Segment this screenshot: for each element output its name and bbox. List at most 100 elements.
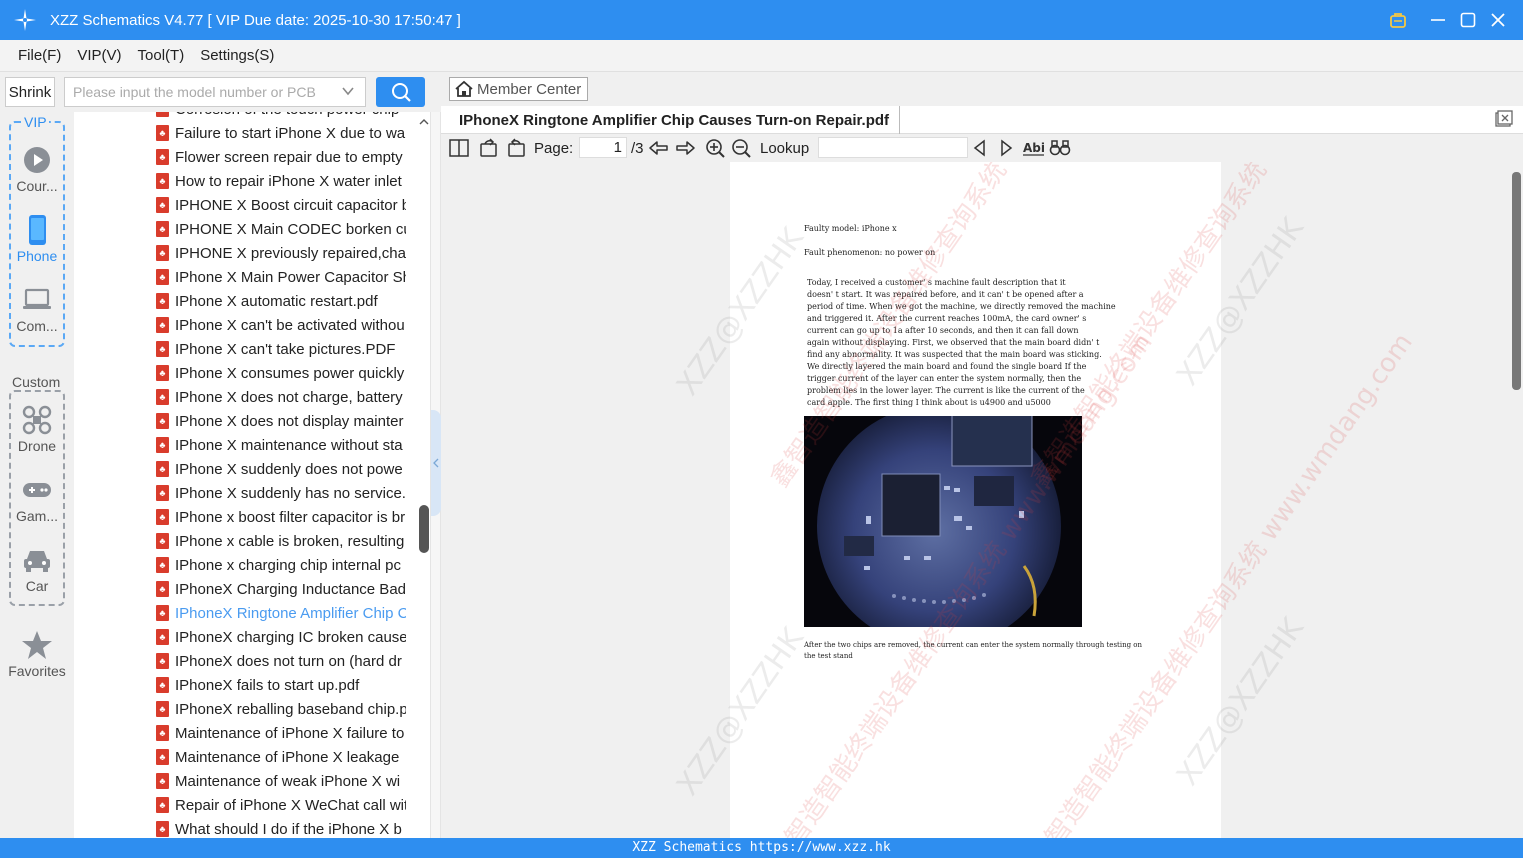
sidebar-item-label: Favorites [8,663,66,679]
file-list-item-label: IPhone X maintenance without sta [175,436,403,454]
file-list-item[interactable]: ♣ IPhoneX Charging Inductance Bad [156,577,406,601]
pdf-file-icon: ♣ [156,149,169,165]
sidebar-item-computer[interactable]: Com... [5,284,69,334]
sidebar-item-game[interactable]: Gam... [5,474,69,524]
pdf-file-icon: ♣ [156,365,169,381]
menu-vip[interactable]: VIP(V) [77,47,121,64]
sidebar-item-car[interactable]: Car [5,544,69,594]
pdf-file-icon: ♣ [156,293,169,309]
file-list-item-label: IPhone X does not display mainter [175,412,404,430]
file-list-item[interactable]: ♣ IPhone X can't be activated withou [156,313,406,337]
file-list-item[interactable]: ♣ IPhone X Main Power Capacitor Sh [156,265,406,289]
file-list-item[interactable]: ♣ IPhoneX fails to start up.pdf [156,673,406,697]
file-list-item[interactable]: ♣ IPhone X suddenly does not powe [156,457,406,481]
file-list-item-label: IPhone x boost filter capacitor is br [175,508,406,526]
toggle-sidebar-icon[interactable] [448,137,470,159]
vip-bag-icon[interactable] [1383,5,1413,35]
sidebar-item-favorites[interactable]: Favorites [5,629,69,679]
search-button[interactable] [376,77,425,107]
body-text-line: Today, I received a customer' s machine … [807,278,1066,287]
file-list-item[interactable]: ♣ Maintenance of weak iPhone X wi [156,769,406,793]
pdf-file-icon: ♣ [156,581,169,597]
file-list-item[interactable]: ♣ IPhone X does not charge, battery [156,385,406,409]
file-list-item-label: IPhone x charging chip internal pc [175,556,401,574]
pdf-file-icon: ♣ [156,341,169,357]
panel-splitter[interactable] [430,112,441,838]
prev-page-icon[interactable] [648,137,670,159]
zoom-in-icon[interactable] [705,137,725,159]
page-number-input[interactable]: 1 [579,137,627,158]
pdf-file-icon: ♣ [156,413,169,429]
model-search-input[interactable]: Please input the model number or PCB [64,77,366,107]
file-list-item[interactable]: ♣ IPhone X automatic restart.pdf [156,289,406,313]
file-list-item[interactable]: ♣ IPHONE X previously repaired,char [156,241,406,265]
lookup-input[interactable] [818,137,968,158]
pdf-file-icon: ♣ [156,653,169,669]
maximize-button[interactable] [1453,5,1483,35]
close-button[interactable] [1483,5,1513,35]
document-page-area[interactable]: Faulty model: iPhone x Fault phenomenon:… [441,162,1509,838]
file-list-item[interactable]: ♣ Repair of iPhone X WeChat call wit [156,793,406,817]
file-list-item-label: Corrosion of the touch power chip [175,112,399,118]
sidebar-item-phone[interactable]: Phone [5,214,69,264]
find-prev-icon[interactable] [972,137,988,159]
find-all-icon[interactable] [1049,137,1071,159]
file-list-item[interactable]: ♣ Flower screen repair due to empty [156,145,406,169]
file-list-item[interactable]: ♣ Corrosion of the touch power chip [156,112,406,121]
file-list-item[interactable]: ♣ Maintenance of iPhone X leakage [156,745,406,769]
menu-file[interactable]: File(F) [18,47,61,64]
file-list-item[interactable]: ♣ IPhone X can't take pictures.PDF [156,337,406,361]
file-list-item[interactable]: ♣ IPHONE X Main CODEC borken cu [156,217,406,241]
file-list-item[interactable]: ♣ IPhoneX reballing baseband chip.p [156,697,406,721]
close-tabs-icon[interactable] [1495,110,1513,128]
file-list-item[interactable]: ♣ IPhoneX does not turn on (hard dr [156,649,406,673]
file-list-item-label: IPhone X consumes power quickly [175,364,405,382]
file-list-item[interactable]: ♣ Maintenance of iPhone X failure to [156,721,406,745]
file-list-item[interactable]: ♣ IPhone x boost filter capacitor is br [156,505,406,529]
sidebar-item-courses[interactable]: Cour... [5,144,69,194]
car-icon [5,544,69,576]
page-scrollbar[interactable] [1509,162,1523,838]
file-list-item[interactable]: ♣ What should I do if the iPhone X b [156,817,406,838]
collapse-handle[interactable] [431,410,441,516]
file-list-item[interactable]: ♣ IPhone X maintenance without sta [156,433,406,457]
pdf-file-icon: ♣ [156,605,169,621]
zoom-out-icon[interactable] [731,137,751,159]
file-list-item-label: IPhoneX does not turn on (hard dr [175,652,402,670]
page-scrollbar-thumb[interactable] [1512,172,1521,390]
rotate-right-icon[interactable] [505,137,527,159]
page-total: /3 [631,139,644,157]
match-case-icon[interactable]: Abi [1022,137,1046,159]
file-list-item[interactable]: ♣ IPhone x cable is broken, resulting [156,529,406,553]
file-list-item[interactable]: ♣ How to repair iPhone X water inlet [156,169,406,193]
file-list-item[interactable]: ♣ IPhoneX charging IC broken cause [156,625,406,649]
file-list-item[interactable]: ♣ IPhone X does not display mainter [156,409,406,433]
file-list-item[interactable]: ♣ IPHONE X Boost circuit capacitor b [156,193,406,217]
file-list-scrollbar[interactable] [419,505,429,553]
minimize-button[interactable] [1423,5,1453,35]
file-list-item[interactable]: ♣ IPhone X consumes power quickly [156,361,406,385]
file-list-item[interactable]: ♣ IPhone x charging chip internal pc [156,553,406,577]
pdf-file-icon: ♣ [156,701,169,717]
chevron-left-icon [433,458,439,468]
scroll-up-icon[interactable] [419,114,429,130]
fault-model-line: Faulty model: iPhone x [804,224,897,233]
document-tab[interactable]: IPhoneX Ringtone Amplifier Chip Causes T… [451,106,901,134]
pdf-file-icon: ♣ [156,533,169,549]
file-list-item[interactable]: ♣ Failure to start iPhone X due to wa [156,121,406,145]
find-next-icon[interactable] [998,137,1014,159]
menu-settings[interactable]: Settings(S) [200,47,274,64]
rotate-left-icon[interactable] [478,137,500,159]
file-list-item-label: IPHONE X Main CODEC borken cu [175,220,406,238]
member-center-button[interactable]: Member Center [449,77,588,101]
next-page-icon[interactable] [674,137,696,159]
file-list-item[interactable]: ♣ IPhoneX Ringtone Amplifier Chip C [156,601,406,625]
chevron-down-icon[interactable] [341,84,355,101]
shrink-button[interactable]: Shrink [5,77,55,107]
pdf-file-icon: ♣ [156,197,169,213]
sidebar-item-drone[interactable]: Drone [5,404,69,454]
pdf-file-icon: ♣ [156,173,169,189]
pdf-file-icon: ♣ [156,389,169,405]
file-list-item[interactable]: ♣ IPhone X suddenly has no service.p [156,481,406,505]
menu-tool[interactable]: Tool(T) [138,47,185,64]
